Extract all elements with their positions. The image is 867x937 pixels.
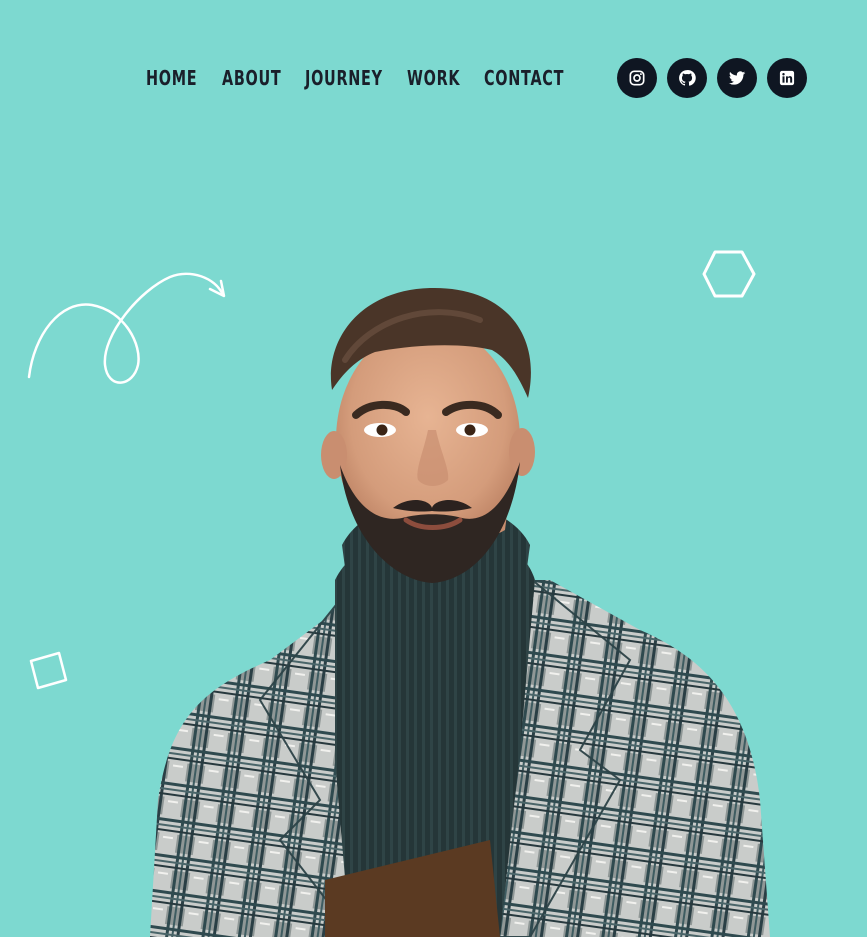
portrait-image — [150, 287, 770, 937]
nav-link-work[interactable]: WORK — [407, 62, 460, 94]
github-button[interactable] — [667, 58, 707, 98]
nav-link-contact[interactable]: CONTACT — [484, 62, 563, 94]
nav-link-journey[interactable]: JOURNEY — [305, 62, 382, 94]
github-icon — [679, 70, 696, 86]
nav-link-home[interactable]: HOME — [146, 62, 197, 94]
main-nav: HOME ABOUT JOURNEY WORK CONTACT — [146, 62, 563, 94]
instagram-icon — [629, 70, 645, 86]
social-links — [617, 58, 807, 98]
linkedin-button[interactable] — [767, 58, 807, 98]
linkedin-icon — [779, 70, 795, 86]
square-decoration — [29, 651, 68, 690]
hero-page: HOME ABOUT JOURNEY WORK CONTACT — [0, 0, 867, 937]
instagram-button[interactable] — [617, 58, 657, 98]
twitter-icon — [728, 71, 746, 85]
nav-link-about[interactable]: ABOUT — [222, 62, 281, 94]
twitter-button[interactable] — [717, 58, 757, 98]
